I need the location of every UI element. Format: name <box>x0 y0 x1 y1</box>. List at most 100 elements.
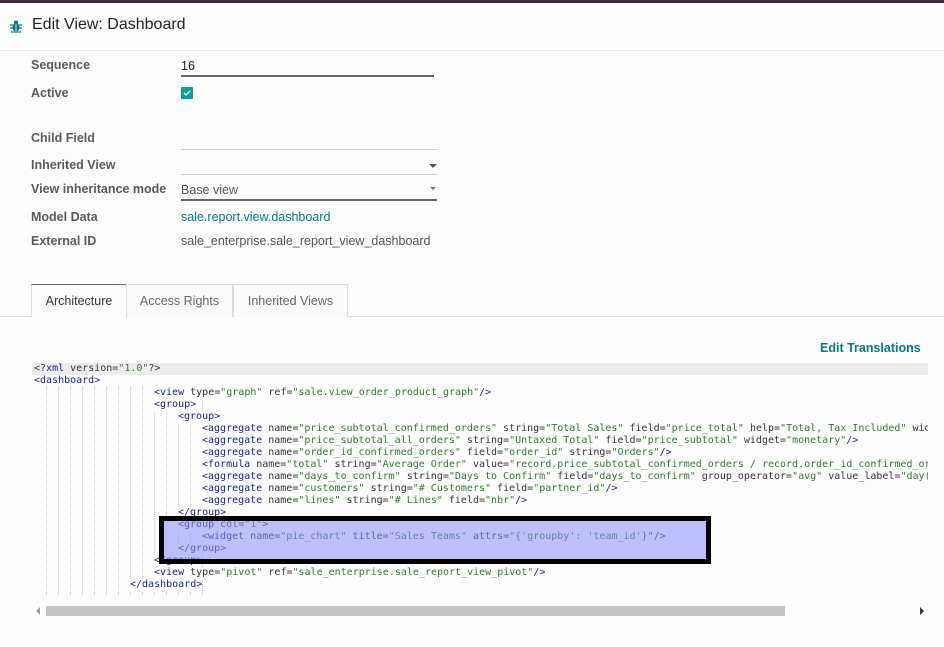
xml-string: "Total, Tax Included" <box>780 423 907 434</box>
xml-string: "Total Sales" <box>545 423 624 434</box>
xml-string: "sale_enterprise.sale_report_view_pivot" <box>292 567 534 578</box>
indent-guide <box>106 387 107 595</box>
xml-attr: name= <box>262 495 299 506</box>
active-checkbox[interactable] <box>181 87 193 99</box>
xml-attr: string= <box>328 459 377 470</box>
xml-attr: field= <box>460 447 504 458</box>
indent-guide <box>130 387 131 595</box>
xml-attr: widget= <box>912 423 929 434</box>
xml-attr: field= <box>442 495 486 506</box>
xml-attr: ?> <box>148 363 161 374</box>
xml-tag: /> <box>659 447 672 458</box>
tab-architecture[interactable]: Architecture <box>31 284 127 318</box>
xml-attr: string= <box>400 471 449 482</box>
horizontal-scrollbar[interactable] <box>36 604 924 616</box>
notebook-tabs: Architecture Access Rights Inherited Vie… <box>0 284 944 318</box>
xml-tag: <formula <box>202 459 251 470</box>
xml-tag: <group> <box>154 399 197 410</box>
xml-string: "price_subtotal" <box>641 435 738 446</box>
child-field-underline <box>181 149 437 150</box>
xml-attr: field= <box>491 483 534 494</box>
xml-attr: name= <box>262 471 299 482</box>
xml-string: "price_subtotal_confirmed_orders" <box>298 423 498 434</box>
scroll-right-icon[interactable] <box>920 607 924 615</box>
external-id-value: sale_enterprise.sale_report_view_dashboa… <box>181 234 431 248</box>
xml-tag: <view <box>154 387 185 398</box>
tab-inherited-views[interactable]: Inherited Views <box>233 284 348 317</box>
xml-attr: name= <box>262 435 299 446</box>
xml-attr: ref= <box>262 387 293 398</box>
xml-string: "avg" <box>792 471 823 482</box>
xml-string: "1.0" <box>118 363 149 374</box>
xml-string: "Days to Confirm" <box>448 471 552 482</box>
scrollbar-thumb[interactable] <box>46 606 785 616</box>
xml-string: "order_id" <box>503 447 564 458</box>
xml-attr: name= <box>262 483 299 494</box>
xml-string: "record.price_subtotal_confirmed_orders … <box>509 459 928 470</box>
xml-attr: widget= <box>737 435 787 446</box>
xml-string: "total" <box>286 459 329 470</box>
xml-string: "price_total" <box>665 423 744 434</box>
xml-string: "# Lines" <box>388 495 443 506</box>
xml-attr: type= <box>184 567 221 578</box>
xml-tag: <aggregate <box>202 447 263 458</box>
xml-tag: <aggregate <box>202 483 263 494</box>
inherited-view-caret-icon[interactable] <box>429 164 437 168</box>
xml-string: "partner_id" <box>533 483 606 494</box>
tab-access-rights[interactable]: Access Rights <box>126 284 233 317</box>
bug-icon <box>10 20 22 33</box>
xml-attr: value= <box>466 459 510 470</box>
indent-guide <box>46 387 47 595</box>
external-id-label: External ID <box>31 234 97 248</box>
scroll-left-icon[interactable] <box>36 607 40 615</box>
xml-attr: name= <box>262 447 299 458</box>
inherited-view-label: Inherited View <box>31 158 116 172</box>
xml-tag: <group> <box>178 411 221 422</box>
inherited-view-select[interactable] <box>181 158 437 174</box>
dialog-header: Edit View: Dashboard <box>0 3 944 51</box>
xml-attr: type= <box>184 387 221 398</box>
xml-string: "graph" <box>220 387 263 398</box>
xml-attr: name= <box>250 459 287 470</box>
edit-translations-button[interactable]: Edit Translations <box>820 341 921 355</box>
xml-string: "monetary" <box>786 435 847 446</box>
indent-guide <box>94 387 95 595</box>
xml-attr: value_label= <box>822 471 901 482</box>
xml-string: "Average Order" <box>376 459 467 470</box>
highlight-annotation-box <box>159 516 711 564</box>
xml-string: "customers" <box>298 483 365 494</box>
sequence-input[interactable]: 16 <box>181 59 195 73</box>
xml-tag: /> <box>479 387 492 398</box>
xml-attr: group_operator= <box>695 471 793 482</box>
xml-tag: /> <box>846 435 859 446</box>
xml-attr: field= <box>623 423 666 434</box>
indent-guide <box>58 387 59 595</box>
indent-guide <box>82 387 83 595</box>
inheritance-mode-select[interactable]: Base view <box>181 183 238 197</box>
page-title: Edit View: Dashboard <box>32 16 186 33</box>
xml-tag: <view <box>154 567 185 578</box>
model-data-link[interactable]: sale.report.view.dashboard <box>181 210 330 224</box>
xml-attr: help= <box>743 423 781 434</box>
child-field-label: Child Field <box>31 131 95 145</box>
xml-tag: xml <box>46 363 65 374</box>
xml-string: "Orders" <box>611 447 660 458</box>
xml-string: "order_id_confirmed_orders" <box>298 447 461 458</box>
xml-attr: name= <box>262 423 299 434</box>
active-label: Active <box>31 86 69 100</box>
check-icon <box>183 90 191 96</box>
inheritance-mode-caret-icon[interactable] <box>430 187 436 190</box>
indent-guide <box>70 387 71 595</box>
inheritance-mode-label: View inheritance mode <box>31 182 167 196</box>
xml-string: "days_to_confirm" <box>298 471 401 482</box>
inheritance-mode-underline <box>181 199 437 201</box>
xml-attr: version= <box>64 363 119 374</box>
xml-tag: <dashboard> <box>34 375 101 386</box>
inherited-view-underline <box>181 174 437 175</box>
xml-string: "nbr" <box>485 495 516 506</box>
xml-tag: <aggregate <box>202 471 263 482</box>
xml-string: "days_to_confirm" <box>593 471 696 482</box>
xml-string: "Untaxed Total" <box>509 435 600 446</box>
xml-tag: /> <box>605 483 618 494</box>
xml-tag: </dashboard> <box>130 579 203 590</box>
